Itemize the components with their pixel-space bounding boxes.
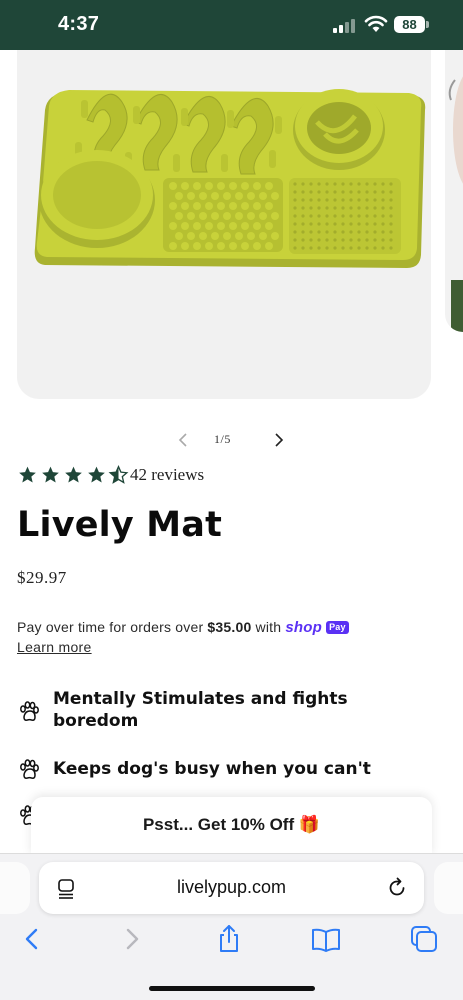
- battery-tip: [426, 21, 429, 28]
- installments-text: Pay over time for orders over: [17, 619, 208, 635]
- lick-mat-illustration: [34, 89, 426, 268]
- next-product-image[interactable]: [445, 50, 463, 332]
- back-icon[interactable]: [18, 924, 48, 954]
- benefit-item: Keeps dog's busy when you can't: [17, 758, 437, 784]
- product-image[interactable]: [17, 50, 431, 399]
- bookmarks-icon[interactable]: [311, 924, 341, 954]
- status-time: 4:37: [58, 13, 100, 35]
- home-indicator[interactable]: [149, 986, 315, 991]
- url-text[interactable]: livelypup.com: [39, 877, 424, 898]
- product-price: $29.97: [17, 568, 67, 587]
- discount-popup-text[interactable]: Psst... Get 10% Off 🎁: [31, 815, 432, 835]
- benefit-text: Mentally Stimulates and fights boredom: [53, 689, 348, 731]
- forward-icon[interactable]: [117, 924, 147, 954]
- benefit-item: Mentally Stimulates and fights boredom: [17, 688, 437, 734]
- star-icon: [65, 466, 82, 483]
- next-image-preview: [448, 76, 463, 332]
- chevron-left-icon[interactable]: [175, 430, 191, 450]
- paw-icon: [20, 759, 39, 779]
- installments-with: with: [251, 619, 286, 635]
- battery-icon: 88: [394, 16, 425, 33]
- status-bar: 4:37 88: [0, 0, 463, 50]
- previous-tab-preview[interactable]: [0, 862, 30, 914]
- share-icon[interactable]: [214, 924, 244, 954]
- carousel-navigation: 1/5: [170, 428, 292, 452]
- installments-threshold: $35.00: [207, 619, 252, 635]
- star-icon: [88, 466, 105, 483]
- tabs-icon[interactable]: [409, 924, 439, 954]
- reload-icon[interactable]: [385, 876, 409, 900]
- learn-more-link[interactable]: Learn more: [17, 639, 92, 655]
- half-star-icon: [108, 465, 129, 484]
- signal-icon: [333, 19, 355, 33]
- product-title: Lively Mat: [17, 505, 223, 545]
- discount-popup[interactable]: Psst... Get 10% Off 🎁: [31, 797, 432, 855]
- star-icon: [42, 466, 59, 483]
- carousel-counter: 1/5: [214, 432, 231, 446]
- star-icon: [19, 466, 36, 483]
- next-tab-preview[interactable]: [434, 862, 463, 914]
- address-bar[interactable]: livelypup.com: [39, 862, 424, 914]
- benefit-text: Keeps dog's busy when you can't: [53, 759, 371, 779]
- browser-toolbar: livelypup.com: [0, 853, 463, 1000]
- wifi-icon: [364, 15, 388, 32]
- shop-pay-badge: Pay: [326, 621, 349, 634]
- review-count[interactable]: 42 reviews: [130, 465, 204, 485]
- shop-pay-installments: Pay over time for orders over $35.00 wit…: [17, 617, 437, 638]
- shop-pay-logo: shop: [285, 619, 322, 636]
- paw-icon: [20, 701, 39, 721]
- chevron-right-icon[interactable]: [271, 430, 287, 450]
